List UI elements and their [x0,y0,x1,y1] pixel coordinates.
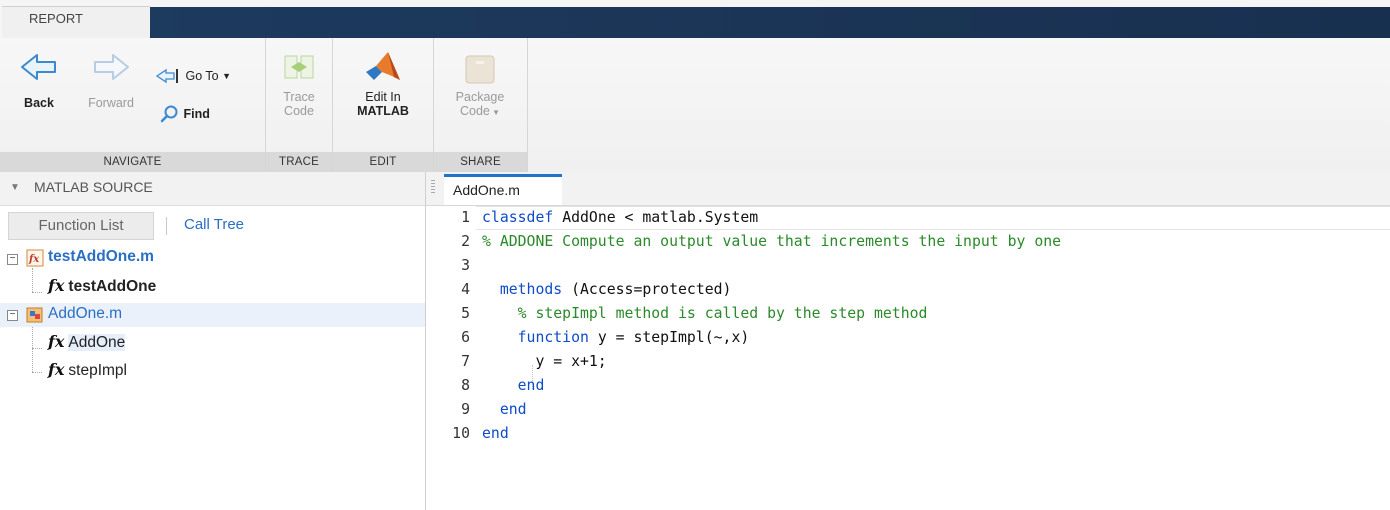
tree-node-testaddone-fn[interactable]: fx testAddOne [48,276,156,296]
back-arrow-icon [21,54,56,80]
tab-report-label: REPORT [29,11,83,26]
line-number: 5 [461,305,470,322]
back-button[interactable]: Back [14,52,64,110]
editor-tab-bar: AddOne.m [426,172,1390,206]
line-number: 2 [461,233,470,250]
line-number: 9 [461,401,470,418]
code-text: (Access=protected) [562,281,732,298]
tab-addone-m[interactable]: AddOne.m [444,174,562,205]
edit-label-1: Edit In [365,90,401,104]
line-number: 3 [461,257,470,274]
chevron-down-icon: ▼ [222,71,232,81]
script-file-icon: fx [26,249,44,267]
find-button[interactable]: Find [160,105,240,123]
trace-code-label-2: Code [284,104,314,118]
tree-connector [32,326,33,372]
tree-connector [32,268,33,292]
trace-code-button[interactable]: Trace Code [274,52,324,118]
forward-button[interactable]: Forward [78,52,144,110]
back-label: Back [24,96,54,110]
tree-node-addone-fn[interactable]: fx AddOne [48,332,126,352]
magnifier-icon [160,105,178,123]
line-number: 4 [461,281,470,298]
function-icon: fx [48,276,65,295]
drag-grip-icon[interactable] [431,180,435,194]
code-text: y = x+1; [482,353,607,370]
tree-node-testaddone-file[interactable]: − fx testAddOne.m [0,248,425,270]
collapse-triangle-icon[interactable]: ▼ [10,182,20,193]
collapse-toggle-icon[interactable]: − [7,254,18,265]
matlab-logo-icon [366,52,400,80]
trace-code-label-1: Trace [283,90,315,104]
chevron-down-icon: ▼ [489,108,501,117]
tree-node-addone-file[interactable]: − AddOne.m [0,303,425,327]
code-keyword: methods [482,281,563,298]
tree-connector [32,292,42,293]
collapse-toggle-icon[interactable]: − [7,310,18,321]
tree-connector [32,372,42,373]
class-file-icon [26,307,43,323]
title-bar-background [150,7,1390,38]
trace-code-icon [284,55,314,79]
tree-node-stepimpl-fn[interactable]: fx stepImpl [48,360,127,380]
tree-label-addone-fn: AddOne [68,334,126,351]
line-number: 7 [461,353,470,370]
trace-group-label: TRACE [266,152,332,172]
tab-report[interactable]: REPORT [2,6,150,39]
tree-label-testaddone-fn: testAddOne [68,278,157,295]
tab-call-tree[interactable]: Call Tree [184,216,244,233]
tree-connector [32,348,42,349]
edit-in-matlab-button[interactable]: Edit In MATLAB [343,50,423,118]
matlab-source-header[interactable]: ▼ MATLAB SOURCE [0,172,425,206]
code-editor: AddOne.m 1 classdef AddOne < matlab.Syste… [426,172,1390,510]
forward-label: Forward [88,96,134,110]
function-icon: fx [48,332,65,351]
package-label-2: Code [459,104,490,118]
tree-label-stepimpl-fn: stepImpl [68,362,128,379]
goto-label: Go To [185,69,219,83]
code-text: AddOne < matlab.System [553,209,759,226]
line-number: 6 [461,329,470,346]
trace-group: Trace Code TRACE [266,38,333,172]
tab-divider [166,217,167,235]
code-keyword: function [482,329,589,346]
code-keyword: end [482,401,527,418]
code-keyword: end [482,425,509,442]
share-group-label: SHARE [434,152,527,172]
code-comment: % ADDONE Compute an output value that in… [482,233,1062,250]
matlab-source-title: MATLAB SOURCE [34,179,153,195]
tab-function-list[interactable]: Function List [8,212,154,240]
package-code-button[interactable]: Package Code ▼ [444,52,516,120]
tree-label-addone-file: AddOne.m [48,305,123,322]
goto-icon [155,68,178,84]
svg-text:fx: fx [28,254,40,265]
navigate-group: Back Forward Go To ▼ Find NAVIGATE [0,38,266,172]
line-number: 10 [452,425,470,442]
package-icon [465,55,495,84]
find-label: Find [183,107,210,121]
matlab-source-pane: ▼ MATLAB SOURCE Function List Call Tree … [0,172,426,510]
package-label-1: Package [455,90,505,104]
edit-group-label: EDIT [333,152,433,172]
code-keyword: classdef [482,209,554,226]
goto-button[interactable]: Go To ▼ [155,68,256,84]
navigate-group-label: NAVIGATE [0,152,265,172]
function-icon: fx [48,360,65,379]
code-comment: % stepImpl method is called by the step … [482,305,928,322]
forward-arrow-icon [94,54,129,80]
share-group: Package Code ▼ SHARE [434,38,528,172]
edit-label-2: MATLAB [357,104,409,118]
title-strip: REPORT [0,0,1390,39]
line-number: 8 [461,377,470,394]
tree-label-testaddone-file: testAddOne.m [48,248,154,265]
line-number: 1 [461,209,470,226]
code-text: y = stepImpl(~,x) [588,329,750,346]
code-keyword: end [482,377,545,394]
ribbon-toolbar: Back Forward Go To ▼ Find NAVIGATE Trace… [0,38,1390,173]
edit-group: Edit In MATLAB EDIT [333,38,434,172]
